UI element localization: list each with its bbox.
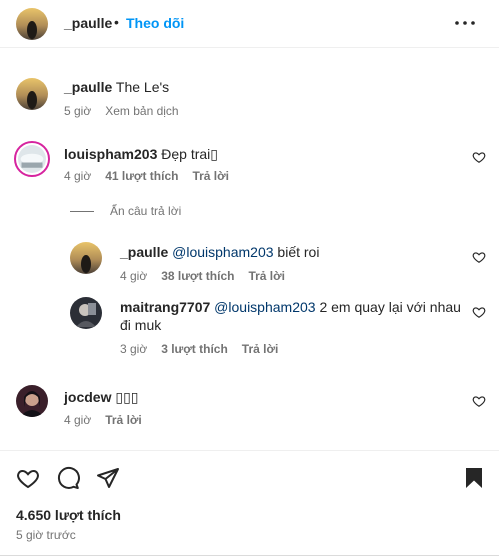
- caption-time[interactable]: 5 giờ: [64, 104, 91, 118]
- comment-username[interactable]: jocdew: [64, 389, 111, 405]
- reply-button[interactable]: Trả lời: [105, 413, 142, 427]
- follow-button[interactable]: Theo dõi: [126, 15, 184, 31]
- caption-username[interactable]: _paulle: [64, 79, 112, 95]
- reply-meta: 4 giờ 38 lượt thích Trả lời: [120, 269, 285, 283]
- reply-likes[interactable]: 38 lượt thích: [161, 269, 234, 283]
- reply: _paulle @louispham203 biết roi: [120, 243, 319, 261]
- comment-text: Đẹp trai: [161, 146, 211, 162]
- reply-likes[interactable]: 3 lượt thích: [161, 342, 228, 356]
- heart-icon[interactable]: [472, 394, 486, 408]
- hide-replies-button[interactable]: Ẩn câu trả lời: [70, 204, 181, 218]
- avatar[interactable]: [70, 242, 102, 274]
- avatar[interactable]: [16, 385, 48, 417]
- reply-username[interactable]: maitrang7707: [120, 299, 210, 315]
- mention-link[interactable]: @louispham203: [172, 244, 273, 260]
- divider: [0, 555, 499, 556]
- avatar[interactable]: [70, 297, 102, 329]
- comment-meta: 4 giờ Trả lời: [64, 413, 142, 427]
- reply-time[interactable]: 3 giờ: [120, 342, 147, 356]
- heart-icon[interactable]: [472, 150, 486, 164]
- avatar[interactable]: [16, 8, 48, 40]
- hide-replies-label: Ẩn câu trả lời: [110, 204, 182, 218]
- caption-meta: 5 giờ Xem bản dịch: [64, 104, 179, 118]
- separator-dot: •: [114, 14, 119, 30]
- avatar[interactable]: [14, 141, 50, 177]
- post-header: _paulle • Theo dõi: [0, 0, 499, 48]
- post-time[interactable]: 5 giờ trước: [16, 528, 76, 542]
- comment-emoji: ▯: [210, 146, 219, 162]
- comment-icon[interactable]: [56, 466, 80, 490]
- reply-text: 2 em quay lại với nhau: [319, 299, 461, 315]
- reply-button[interactable]: Trả lời: [192, 169, 229, 183]
- comment-meta: 4 giờ 41 lượt thích Trả lời: [64, 169, 229, 183]
- comment-text: ▯▯▯: [115, 389, 139, 405]
- comment: louispham203 Đẹp trai▯: [64, 145, 218, 163]
- reply-button[interactable]: Trả lời: [248, 269, 285, 283]
- translate-link[interactable]: Xem bản dịch: [105, 104, 178, 118]
- post-likes[interactable]: 4.650 lượt thích: [16, 507, 121, 523]
- reply-meta: 3 giờ 3 lượt thích Trả lời: [120, 342, 278, 356]
- comment-time[interactable]: 4 giờ: [64, 169, 91, 183]
- comment-time[interactable]: 4 giờ: [64, 413, 91, 427]
- action-bar: 4.650 lượt thích 5 giờ trước: [0, 450, 499, 560]
- avatar[interactable]: [16, 78, 48, 110]
- header-username[interactable]: _paulle: [64, 15, 112, 31]
- comment-likes[interactable]: 41 lượt thích: [105, 169, 178, 183]
- comment: jocdew ▯▯▯: [64, 388, 138, 406]
- comment-username[interactable]: louispham203: [64, 146, 157, 162]
- more-icon[interactable]: [453, 15, 477, 31]
- reply-button[interactable]: Trả lời: [242, 342, 279, 356]
- caption-text: The Le's: [115, 79, 170, 95]
- divider: [70, 210, 94, 212]
- heart-icon[interactable]: [16, 466, 40, 490]
- reply-time[interactable]: 4 giờ: [120, 269, 147, 283]
- heart-icon[interactable]: [472, 305, 486, 319]
- reply: maitrang7707 @louispham203 2 em quay lại…: [120, 298, 465, 334]
- mention-link[interactable]: @louispham203: [214, 299, 315, 315]
- heart-icon[interactable]: [472, 250, 486, 264]
- reply-text-line2: đi muk: [120, 317, 162, 333]
- share-icon[interactable]: [96, 466, 120, 490]
- reply-username[interactable]: _paulle: [120, 244, 168, 260]
- caption: _paulle The Le's: [64, 78, 169, 96]
- bookmark-icon[interactable]: [462, 466, 486, 490]
- reply-text: biết roi: [277, 244, 320, 260]
